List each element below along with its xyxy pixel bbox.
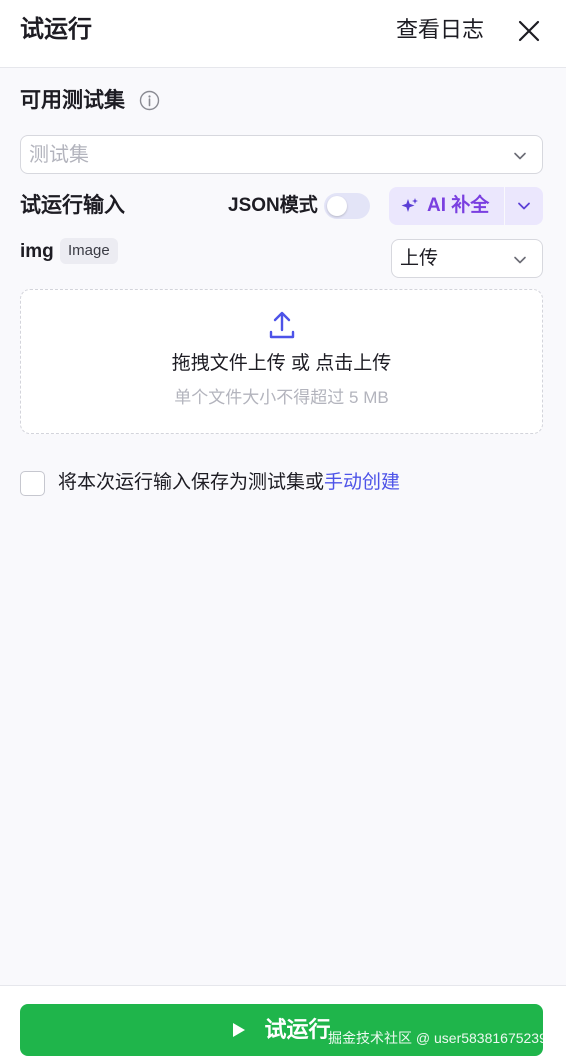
panel-header: 试运行 查看日志 bbox=[0, 0, 566, 68]
test-set-label: 可用测试集 bbox=[20, 89, 125, 112]
save-as-test-set-checkbox[interactable] bbox=[20, 471, 45, 496]
json-mode-toggle[interactable] bbox=[324, 193, 370, 219]
json-mode-label: JSON模式 bbox=[228, 195, 318, 216]
ai-complete-dropdown[interactable] bbox=[505, 187, 543, 225]
dropzone-main-text: 拖拽文件上传 或 点击上传 bbox=[171, 353, 392, 374]
save-option-text: 将本次运行输入保存为测试集或 bbox=[58, 472, 325, 493]
input-source-select[interactable]: 上传 bbox=[391, 239, 543, 278]
chevron-down-icon bbox=[514, 152, 526, 160]
field-name: img bbox=[20, 241, 54, 262]
watermark: 掘金技术社区 @ user5838167523996 bbox=[328, 1030, 563, 1046]
play-icon bbox=[233, 1023, 246, 1037]
info-icon[interactable] bbox=[139, 90, 160, 111]
manual-create-link[interactable]: 手动创建 bbox=[324, 472, 400, 493]
ai-complete-button[interactable]: AI 补全 bbox=[389, 187, 504, 225]
test-set-placeholder: 测试集 bbox=[29, 144, 89, 166]
dropzone-hint: 单个文件大小不得超过 5 MB bbox=[174, 388, 389, 407]
view-logs-button[interactable]: 查看日志 bbox=[396, 14, 484, 46]
field-type-tag: Image bbox=[60, 238, 118, 264]
run-input-label: 试运行输入 bbox=[20, 194, 125, 217]
upload-icon bbox=[269, 311, 295, 339]
save-as-test-set-label: 将本次运行输入保存为测试集或手动创建 bbox=[58, 469, 400, 497]
close-button[interactable] bbox=[514, 16, 544, 46]
chevron-down-icon bbox=[514, 256, 526, 264]
toggle-knob bbox=[327, 196, 347, 216]
chevron-down-icon bbox=[518, 202, 530, 210]
ai-complete-label: AI 补全 bbox=[427, 195, 490, 216]
sparkle-icon bbox=[401, 198, 418, 212]
panel-title: 试运行 bbox=[20, 16, 92, 43]
test-set-select[interactable]: 测试集 bbox=[20, 135, 543, 174]
input-source-value: 上传 bbox=[400, 248, 439, 269]
file-dropzone[interactable]: 拖拽文件上传 或 点击上传 单个文件大小不得超过 5 MB bbox=[20, 289, 543, 434]
run-button-label: 试运行 bbox=[264, 1017, 331, 1042]
close-icon bbox=[518, 20, 540, 42]
